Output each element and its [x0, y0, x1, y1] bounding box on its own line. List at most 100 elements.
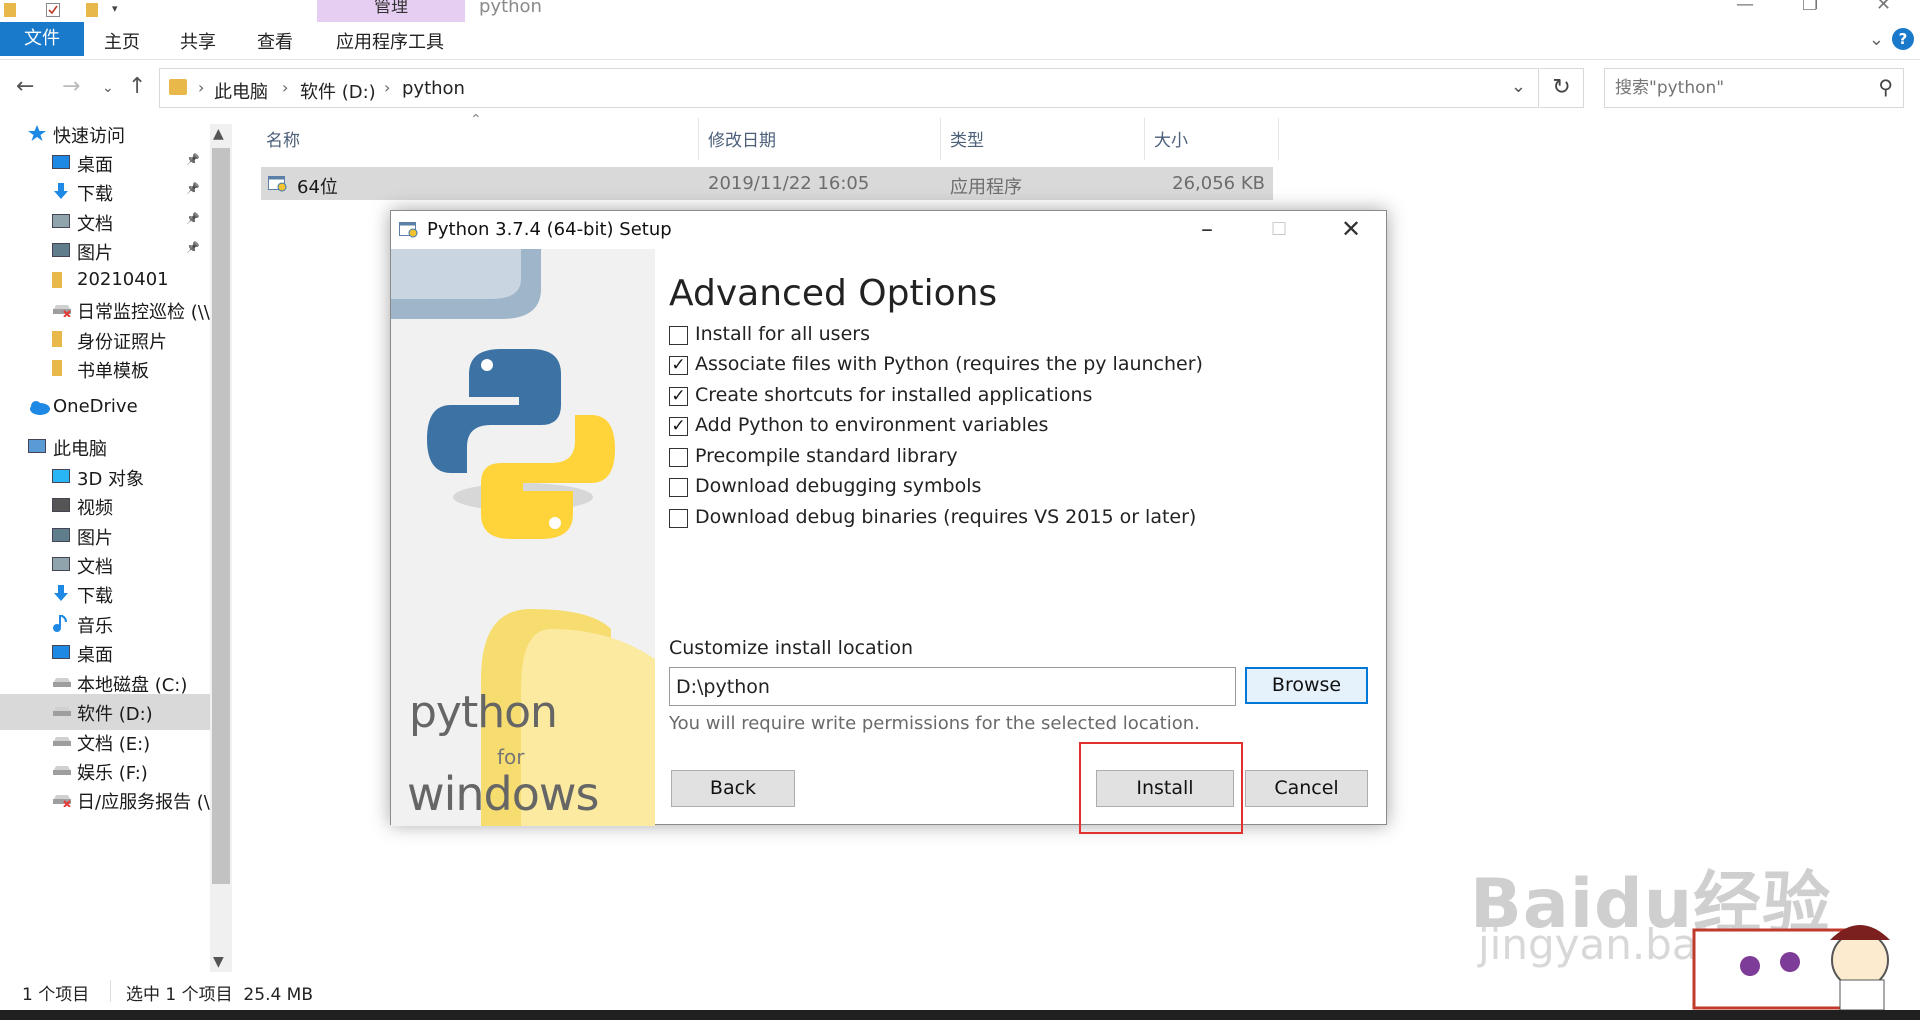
file-row[interactable]: 64位 2019/11/22 16:05 应用程序 26,056 KB	[261, 167, 1273, 200]
taskbar	[0, 1010, 1920, 1020]
file-modified: 2019/11/22 16:05	[708, 173, 870, 194]
minimize-icon[interactable]: —	[1736, 0, 1754, 15]
column-divider[interactable]	[1278, 118, 1279, 160]
close-icon[interactable]: ✕	[1341, 215, 1361, 243]
nav-pane-scrollbar[interactable]: ▲ ▼	[210, 124, 232, 972]
banner-text-python: python	[409, 687, 558, 738]
cancel-button[interactable]: Cancel	[1245, 770, 1368, 807]
dialog-title-bar[interactable]: Python 3.7.4 (64-bit) Setup – ☐ ✕	[391, 211, 1386, 249]
new-folder-icon[interactable]	[86, 2, 100, 17]
scroll-down-icon[interactable]: ▼	[213, 954, 224, 970]
back-button[interactable]: Back	[671, 770, 795, 807]
option-checkbox[interactable]: ✓	[669, 387, 688, 406]
option-checkbox[interactable]	[669, 509, 688, 528]
search-input[interactable]	[1613, 77, 1853, 99]
sidebar-item[interactable]: 日/应服务报告 (\	[0, 782, 210, 818]
minimize-icon[interactable]: –	[1201, 215, 1213, 243]
customize-quick-access-icon[interactable]: ▾	[112, 2, 126, 16]
forward-arrow-icon[interactable]: →	[62, 74, 80, 99]
selection-info: 选中 1 个项目 25.4 MB	[126, 985, 314, 1005]
pin-icon[interactable]: 📌	[186, 153, 200, 166]
column-divider[interactable]	[698, 118, 699, 160]
properties-icon[interactable]	[46, 2, 60, 17]
option-checkbox[interactable]	[669, 326, 688, 345]
python-setup-dialog: Python 3.7.4 (64-bit) Setup – ☐ ✕ python…	[390, 210, 1387, 826]
tab-view[interactable]: 查看	[257, 28, 293, 54]
folder-icon	[4, 2, 18, 17]
option-checkbox[interactable]	[669, 478, 688, 497]
option-label[interactable]: Install for all users	[695, 323, 870, 345]
desktop-icon	[52, 644, 70, 660]
music-icon	[52, 614, 70, 632]
file-name[interactable]: 64位	[297, 173, 338, 199]
option-checkbox[interactable]	[669, 448, 688, 467]
recent-locations-icon[interactable]: ⌄	[102, 80, 114, 96]
breadcrumb-this-pc[interactable]: 此电脑	[214, 78, 268, 104]
restore-icon[interactable]: ❐	[1802, 0, 1818, 15]
scrollbar-thumb[interactable]	[212, 148, 230, 884]
column-divider[interactable]	[1144, 118, 1145, 160]
column-header-name[interactable]: 名称	[266, 126, 300, 151]
close-icon[interactable]: ✕	[1876, 0, 1891, 15]
option-label[interactable]: Associate files with Python (requires th…	[695, 353, 1203, 375]
option-label[interactable]: Download debug binaries (requires VS 201…	[695, 506, 1196, 528]
option-checkbox[interactable]: ✓	[669, 417, 688, 436]
tab-file[interactable]: 文件	[0, 22, 84, 56]
sidebar-item-label: 视频	[77, 498, 113, 519]
help-icon[interactable]: ?	[1892, 28, 1914, 50]
window-title: python	[479, 0, 542, 17]
ribbon-context-tab-manage[interactable]: 管理	[317, 0, 465, 24]
column-header-size[interactable]: 大小	[1154, 126, 1188, 151]
refresh-icon[interactable]: ↻	[1540, 68, 1584, 108]
option-label[interactable]: Precompile standard library	[695, 445, 958, 467]
back-arrow-icon[interactable]: ←	[16, 74, 34, 99]
sidebar-item-label: 软件 (D:)	[77, 704, 153, 725]
download-icon	[52, 585, 70, 601]
install-location-input[interactable]	[669, 667, 1236, 706]
option-checkbox[interactable]: ✓	[669, 356, 688, 375]
breadcrumb-drive-d[interactable]: 软件 (D:)	[300, 78, 376, 104]
drive-icon	[52, 703, 71, 719]
address-bar[interactable]: › 此电脑 › 软件 (D:) › python ⌄	[159, 68, 1539, 108]
python-logo-artwork	[391, 249, 655, 826]
search-icon[interactable]: ⚲	[1878, 75, 1893, 99]
breadcrumb-python[interactable]: python	[402, 78, 465, 99]
tab-share[interactable]: 共享	[180, 28, 216, 54]
drive-icon	[52, 674, 71, 690]
status-divider	[110, 980, 111, 1002]
chevron-right-icon[interactable]: ›	[198, 78, 204, 97]
up-arrow-icon[interactable]: ↑	[128, 74, 146, 99]
drive-icon	[52, 762, 71, 778]
pin-icon[interactable]: 📌	[186, 212, 200, 225]
tab-home[interactable]: 主页	[104, 28, 140, 54]
sidebar-item[interactable]: 书单模板	[0, 351, 210, 387]
sort-ascending-icon: ⌃	[470, 112, 482, 128]
sidebar-item-label: 下载	[77, 586, 113, 607]
computer-icon	[28, 438, 46, 454]
chevron-right-icon[interactable]: ›	[282, 78, 288, 97]
folder-icon	[169, 79, 187, 95]
application-icon	[268, 174, 288, 197]
chevron-down-icon[interactable]: ⌄	[1511, 76, 1526, 97]
column-header-modified[interactable]: 修改日期	[708, 126, 776, 151]
option-label[interactable]: Create shortcuts for installed applicati…	[695, 384, 1092, 406]
scroll-up-icon[interactable]: ▲	[213, 126, 224, 142]
chevron-right-icon[interactable]: ›	[384, 78, 390, 97]
option-label[interactable]: Download debugging symbols	[695, 475, 981, 497]
pin-icon[interactable]: 📌	[186, 182, 200, 195]
column-header-type[interactable]: 类型	[950, 126, 984, 151]
mascot-sticker-icon	[1692, 925, 1890, 1010]
browse-button[interactable]: Browse	[1245, 667, 1368, 704]
tab-application-tools[interactable]: 应用程序工具	[336, 28, 444, 54]
sidebar-item-label: 下载	[77, 184, 113, 205]
sidebar-item[interactable]: OneDrive	[0, 390, 210, 426]
banner-text-windows: windows	[407, 767, 599, 821]
pin-icon[interactable]: 📌	[186, 241, 200, 254]
column-divider[interactable]	[940, 118, 941, 160]
chevron-down-icon[interactable]: ⌄	[1869, 29, 1884, 50]
folder-icon	[52, 272, 70, 288]
search-box[interactable]: ⚲	[1604, 68, 1904, 108]
option-label[interactable]: Add Python to environment variables	[695, 414, 1048, 436]
navigation-pane: 快速访问 桌面 📌 下载 📌 文档 📌 图片 📌 20210401 日常监控巡检 (\\ 身份证照片书…	[0, 116, 232, 976]
picture-icon	[52, 527, 70, 543]
